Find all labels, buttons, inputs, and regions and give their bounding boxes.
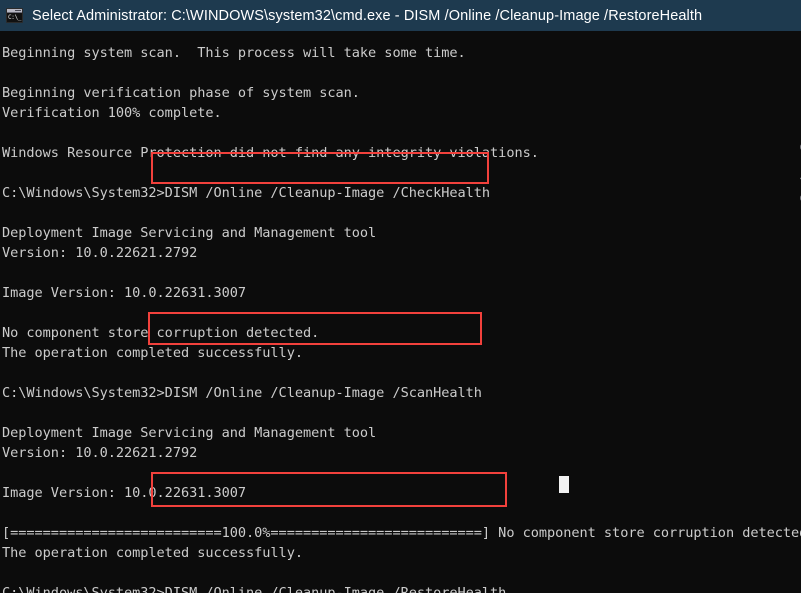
console-line: Windows Resource Protection did not find… [2,145,539,161]
console-lines: Beginning system scan. This process will… [2,43,801,593]
console-line: Beginning verification phase of system s… [2,85,360,101]
console-line: Image Version: 10.0.22631.3007 [2,485,247,501]
console-line: Beginning system scan. This process will… [2,45,466,61]
console-line: Image Version: 10.0.22631.3007 [2,285,247,301]
console-line: [==========================100.0%=======… [2,525,801,541]
console-line: The operation completed successfully. [2,545,303,561]
console-line: Version: 10.0.22621.2792 [2,245,198,261]
cmd-window: C:\_ Select Administrator: C:\WINDOWS\sy… [0,0,801,593]
console-output-area[interactable]: Beginning system scan. This process will… [0,31,801,593]
console-line: C:\Windows\System32>DISM /Online /Cleanu… [2,585,507,593]
text-cursor [559,476,569,493]
console-line: C:\Windows\System32>DISM /Online /Cleanu… [2,185,491,201]
console-line: The operation completed successfully. [2,345,303,361]
console-line: Deployment Image Servicing and Managemen… [2,425,377,441]
title-bar[interactable]: C:\_ Select Administrator: C:\WINDOWS\sy… [0,0,801,31]
window-title: Select Administrator: C:\WINDOWS\system3… [32,7,703,24]
console-line: Version: 10.0.22621.2792 [2,445,198,461]
cmd-console-icon: C:\_ [6,8,23,23]
icon-prompt-text: C:\_ [7,13,22,22]
console-line: No component store corruption detected. [2,325,320,341]
console-line: Verification 100% complete. [2,105,222,121]
console-line: Deployment Image Servicing and Managemen… [2,225,377,241]
console-line: C:\Windows\System32>DISM /Online /Cleanu… [2,385,482,401]
